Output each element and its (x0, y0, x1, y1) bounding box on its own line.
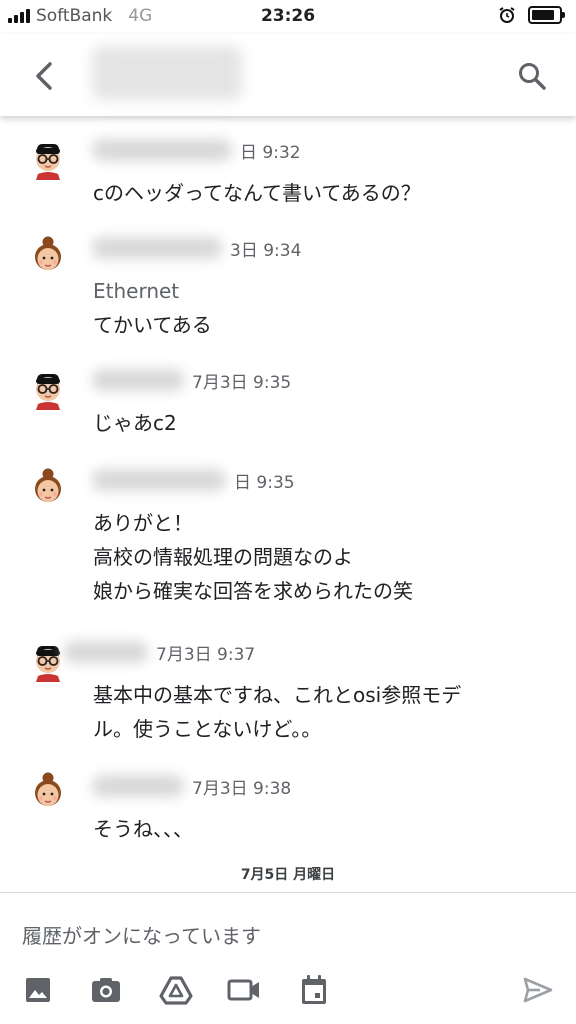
drive-button[interactable] (156, 970, 196, 1010)
alarm-icon (499, 7, 515, 23)
message-time: 日 9:32 (240, 142, 301, 163)
message-time: 日 9:35 (234, 472, 295, 493)
sender-name-redacted (64, 641, 148, 663)
man-glasses-avatar (36, 374, 60, 410)
conversation-title-redacted (92, 46, 242, 100)
message-list[interactable]: 日 9:32 cのヘッダってなんて書いてあるの？ 3日 9:34 Etherne… (0, 118, 576, 892)
composer-toolbar (0, 966, 576, 1016)
calendar-button[interactable] (294, 970, 334, 1010)
search-icon (519, 63, 546, 90)
message-text: Ethernet てかいてある (93, 279, 212, 337)
sender-name-redacted (92, 139, 232, 161)
app-bar (0, 34, 576, 116)
message-time: 3日 9:34 (230, 240, 302, 261)
search-button[interactable] (510, 54, 554, 98)
sender-name-redacted (92, 369, 184, 391)
message-input[interactable]: 履歴がオンになっています (22, 920, 261, 949)
video-icon (227, 979, 259, 1001)
message-text: じゃあc2 (93, 411, 177, 435)
sender-name-redacted (92, 237, 222, 259)
send-button[interactable] (518, 970, 558, 1010)
arrow-back-icon (36, 62, 52, 90)
video-button[interactable] (224, 970, 264, 1010)
message-time: 7月3日 9:35 (192, 372, 292, 393)
man-glasses-avatar (36, 144, 60, 180)
camera-button[interactable] (86, 970, 126, 1010)
message-text: 基本中の基本ですね、これとosi参照モデ ル。使うことないけど。。 (93, 683, 462, 741)
image-button[interactable] (18, 970, 58, 1010)
message-time: 7月3日 9:37 (156, 644, 256, 665)
calendar-icon (302, 975, 326, 1004)
message-text: ありがと！ 高校の情報処理の問題なのよ 娘から確実な回答を求められたの笑 (93, 511, 413, 603)
clock: 23:26 (260, 6, 316, 26)
drive-icon (159, 976, 193, 1005)
message-text: cのヘッダってなんて書いてあるの？ (93, 181, 421, 205)
woman-bun-avatar (35, 772, 61, 806)
day-separator: 7月5日 月曜日 (240, 867, 336, 883)
battery-icon (528, 6, 565, 24)
message-text: そうね、、、 (93, 817, 193, 841)
status-bar: SoftBank 4G 23:26 (0, 0, 576, 34)
woman-bun-avatar (35, 468, 61, 502)
camera-icon (92, 978, 120, 1002)
send-icon (523, 977, 553, 1003)
divider (0, 892, 576, 893)
image-icon (26, 978, 50, 1002)
sender-name-redacted (92, 775, 184, 797)
woman-bun-avatar (35, 236, 61, 270)
sender-name-redacted (92, 469, 226, 491)
back-button[interactable] (22, 54, 66, 98)
message-time: 7月3日 9:38 (192, 778, 292, 799)
